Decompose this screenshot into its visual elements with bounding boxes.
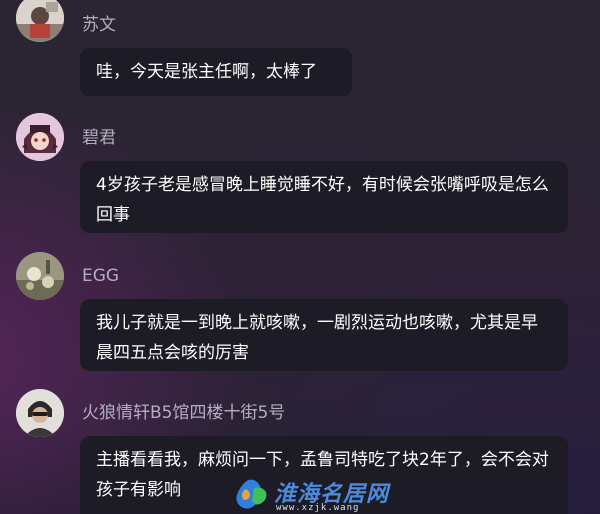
user-avatar[interactable] [16,389,64,437]
username: 火狼情轩B5馆四楼十街5号 [82,403,286,423]
watermark: 淮海名居网 www.xzjk.wang [234,476,388,514]
watermark-url: www.xzjk.wang [276,503,360,513]
watermark-logo-icon [236,479,267,509]
chat-message: 火狼情轩B5馆四楼十街5号 主播看看我，麻烦问一下，孟鲁司特吃了块2年了，会不会… [0,0,600,514]
avatar-person-icon [16,389,64,437]
